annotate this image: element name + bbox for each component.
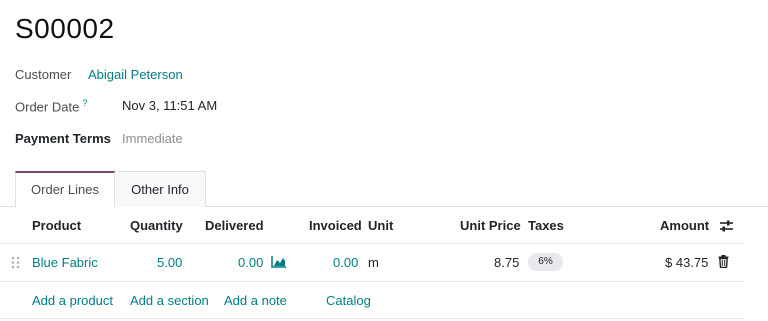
unit-price-cell[interactable]: 8.75 xyxy=(494,255,519,270)
payment-terms-label: Payment Terms xyxy=(15,131,111,146)
column-header-delivered[interactable]: Delivered xyxy=(205,218,264,233)
catalog-link[interactable]: Catalog xyxy=(326,293,371,308)
order-date-label: Order Date? xyxy=(15,98,87,114)
delivered-cell[interactable]: 0.00 xyxy=(238,255,263,270)
sliders-icon[interactable] xyxy=(719,219,734,233)
notebook-tabs: Order Lines Other Info xyxy=(0,171,768,208)
invoiced-cell[interactable]: 0.00 xyxy=(333,255,358,270)
customer-label: Customer xyxy=(15,67,72,82)
row-divider xyxy=(0,281,744,282)
trash-icon[interactable] xyxy=(718,255,729,268)
product-cell[interactable]: Blue Fabric xyxy=(32,255,98,270)
column-header-unit[interactable]: Unit xyxy=(368,218,393,233)
order-date-label-text: Order Date xyxy=(15,99,80,115)
tab-order-lines[interactable]: Order Lines xyxy=(15,171,115,208)
unit-cell[interactable]: m xyxy=(368,255,379,270)
tab-other-info[interactable]: Other Info xyxy=(115,171,206,207)
tax-badge[interactable]: 6% xyxy=(528,253,563,271)
column-header-invoiced[interactable]: Invoiced xyxy=(309,218,362,233)
help-tooltip-icon[interactable]: ? xyxy=(82,98,87,108)
column-header-product[interactable]: Product xyxy=(32,218,81,233)
area-chart-icon[interactable] xyxy=(271,256,287,268)
column-header-unit-price[interactable]: Unit Price xyxy=(460,218,521,233)
amount-cell: $ 43.75 xyxy=(665,255,709,270)
drag-handle-icon[interactable] xyxy=(11,256,20,269)
column-header-amount[interactable]: Amount xyxy=(660,218,709,233)
column-header-quantity[interactable]: Quantity xyxy=(130,218,183,233)
column-header-taxes[interactable]: Taxes xyxy=(528,218,564,233)
add-section-link[interactable]: Add a section xyxy=(130,293,209,308)
quantity-cell[interactable]: 5.00 xyxy=(157,255,182,270)
header-divider xyxy=(0,243,744,244)
payment-terms-field[interactable]: Immediate xyxy=(122,131,183,146)
add-note-link[interactable]: Add a note xyxy=(224,293,287,308)
customer-field[interactable]: Abigail Peterson xyxy=(88,67,183,82)
footer-divider xyxy=(0,318,744,319)
order-date-field[interactable]: Nov 3, 11:51 AM xyxy=(122,98,217,113)
record-title: S00002 xyxy=(15,13,115,44)
add-product-link[interactable]: Add a product xyxy=(32,293,113,308)
